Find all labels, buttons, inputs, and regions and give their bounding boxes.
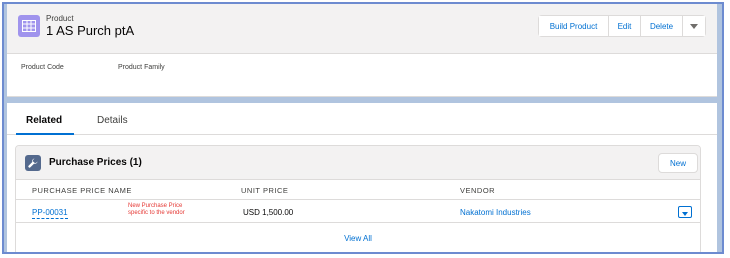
annotation-line: New Purchase Price — [128, 203, 183, 209]
product-icon — [18, 15, 40, 37]
annotation-line: specific to the vendor — [128, 210, 185, 216]
tab-related[interactable]: Related — [26, 115, 62, 126]
purchase-prices-card: Purchase Prices (1) New PURCHASE PRICE N… — [15, 145, 701, 252]
wrench-icon — [25, 155, 41, 171]
table-row: PP-00031 New Purchase Price specific to … — [16, 199, 700, 223]
column-header-vendor: VENDOR — [460, 186, 496, 195]
tab-bar: Related Details — [7, 103, 717, 135]
edit-button[interactable]: Edit — [609, 16, 641, 36]
vendor-link[interactable]: Nakatomi Industries — [460, 208, 531, 217]
record-header-top: Product 1 AS Purch ptA Build Product Edi… — [7, 4, 717, 54]
chevron-down-icon — [690, 22, 698, 31]
row-action-button[interactable] — [678, 206, 692, 218]
build-product-button[interactable]: Build Product — [539, 16, 609, 36]
unit-price-value: USD 1,500.00 — [243, 208, 294, 217]
chevron-down-icon — [682, 203, 688, 221]
related-panel: Related Details Purchase Prices (1) New … — [7, 103, 717, 252]
screenshot-frame: Product 1 AS Purch ptA Build Product Edi… — [2, 2, 724, 254]
record-name: 1 AS Purch ptA — [46, 23, 135, 38]
action-button-group: Build Product Edit Delete — [538, 15, 706, 37]
active-tab-indicator — [16, 133, 74, 135]
delete-button[interactable]: Delete — [641, 16, 683, 36]
purchase-price-link[interactable]: PP-00031 — [32, 208, 68, 219]
more-actions-button[interactable] — [683, 16, 705, 36]
column-header-unit-price: UNIT PRICE — [241, 186, 289, 195]
annotation-note: New Purchase Price specific to the vendo… — [128, 203, 185, 217]
related-list-title[interactable]: Purchase Prices (1) — [49, 157, 142, 168]
view-all-link[interactable]: View All — [16, 234, 700, 243]
object-type-label: Product — [46, 14, 74, 23]
card-header: Purchase Prices (1) New — [16, 146, 700, 180]
product-family-label: Product Family — [118, 64, 165, 71]
tab-details[interactable]: Details — [97, 115, 128, 126]
new-button[interactable]: New — [658, 153, 698, 173]
column-header-name: PURCHASE PRICE NAME — [32, 186, 132, 195]
product-code-label: Product Code — [21, 64, 64, 71]
record-header: Product 1 AS Purch ptA Build Product Edi… — [7, 4, 717, 97]
